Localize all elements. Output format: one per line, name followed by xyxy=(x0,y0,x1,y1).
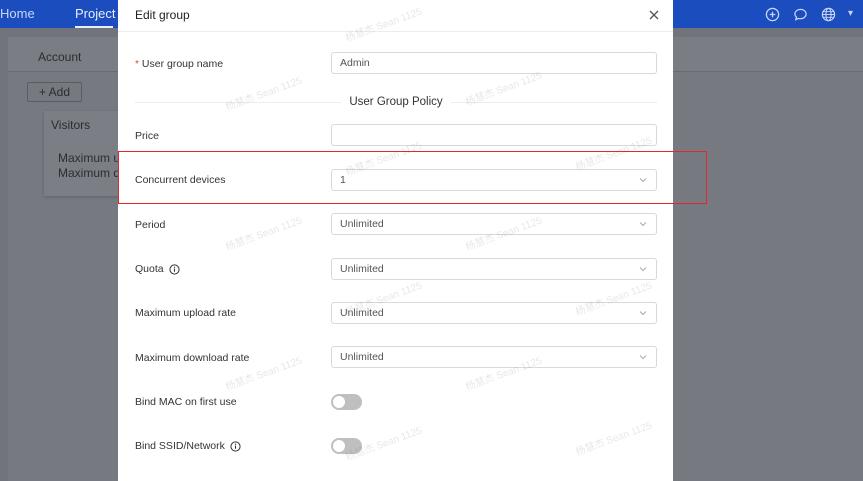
group-name-label: * User group name xyxy=(135,58,223,70)
max-download-select[interactable]: Unlimited xyxy=(331,346,657,368)
quota-select[interactable]: Unlimited xyxy=(331,258,657,280)
max-upload-value: Unlimited xyxy=(340,307,384,319)
group-name-label-text: User group name xyxy=(141,58,224,70)
bind-mac-label-text: Bind MAC on first use xyxy=(135,396,237,408)
globe-icon[interactable] xyxy=(820,5,838,23)
chevron-down-icon[interactable]: ▾ xyxy=(848,5,853,23)
watermark: 杨慧杰 Sean 1125 xyxy=(574,420,654,459)
period-label: Period xyxy=(135,219,165,231)
user-group-policy-section: User Group Policy xyxy=(135,95,657,109)
group-card-detail: Maximum d xyxy=(58,166,121,180)
group-card-detail: Maximum u xyxy=(58,151,121,165)
price-label-text: Price xyxy=(135,130,159,142)
nav-project[interactable]: Project xyxy=(75,6,115,21)
toggle-knob xyxy=(333,440,345,452)
plus-circle-icon[interactable] xyxy=(764,5,782,23)
modal-title: Edit group xyxy=(135,8,190,22)
chevron-down-icon xyxy=(639,355,647,360)
bind-ssid-label: Bind SSID/Network xyxy=(135,440,241,452)
max-download-label: Maximum download rate xyxy=(135,352,249,364)
price-label: Price xyxy=(135,130,159,142)
info-icon[interactable] xyxy=(169,263,180,275)
price-input[interactable] xyxy=(331,124,657,146)
toggle-knob xyxy=(333,396,345,408)
tab-account[interactable]: Account xyxy=(38,50,81,64)
max-download-label-text: Maximum download rate xyxy=(135,352,250,364)
watermark: 杨慧杰 Sean 1125 xyxy=(224,215,304,254)
bind-mac-label: Bind MAC on first use xyxy=(135,396,237,408)
bind-ssid-label-text: Bind SSID/Network xyxy=(135,440,225,452)
chevron-down-icon xyxy=(639,267,647,272)
quota-value: Unlimited xyxy=(340,263,384,275)
quota-label: Quota xyxy=(135,263,180,275)
max-upload-label: Maximum upload rate xyxy=(135,307,236,319)
max-upload-select[interactable]: Unlimited xyxy=(331,302,657,324)
group-card-title: Visitors xyxy=(51,118,91,132)
concurrent-devices-label: Concurrent devices xyxy=(135,174,225,186)
modal-header-divider xyxy=(118,31,673,32)
period-value: Unlimited xyxy=(340,218,384,230)
edit-group-modal: Edit group * User group name Admin User … xyxy=(118,0,673,481)
chevron-down-icon xyxy=(639,311,647,316)
max-download-value: Unlimited xyxy=(340,351,384,363)
max-upload-label-text: Maximum upload rate xyxy=(135,307,236,319)
bind-mac-toggle[interactable] xyxy=(331,394,362,410)
concurrent-devices-value: 1 xyxy=(340,174,346,186)
group-name-input[interactable]: Admin xyxy=(331,52,657,74)
period-select[interactable]: Unlimited xyxy=(331,213,657,235)
top-icons-group: ▾ xyxy=(764,5,853,23)
group-name-value: Admin xyxy=(340,57,370,69)
required-mark: * xyxy=(135,58,139,70)
period-label-text: Period xyxy=(135,219,166,231)
add-button[interactable]: + Add xyxy=(27,82,82,102)
info-icon[interactable] xyxy=(230,440,241,452)
chevron-down-icon xyxy=(639,178,647,183)
watermark: 杨慧杰 Sean 1125 xyxy=(344,6,424,45)
chevron-down-icon xyxy=(639,222,647,227)
chat-icon[interactable] xyxy=(792,5,810,23)
bind-ssid-toggle[interactable] xyxy=(331,438,362,454)
nav-home[interactable]: Home xyxy=(0,6,35,21)
concurrent-devices-label-text: Concurrent devices xyxy=(135,174,226,186)
quota-label-text: Quota xyxy=(135,263,164,275)
close-icon[interactable] xyxy=(647,7,661,23)
section-title: User Group Policy xyxy=(341,96,451,108)
concurrent-devices-select[interactable]: 1 xyxy=(331,169,657,191)
